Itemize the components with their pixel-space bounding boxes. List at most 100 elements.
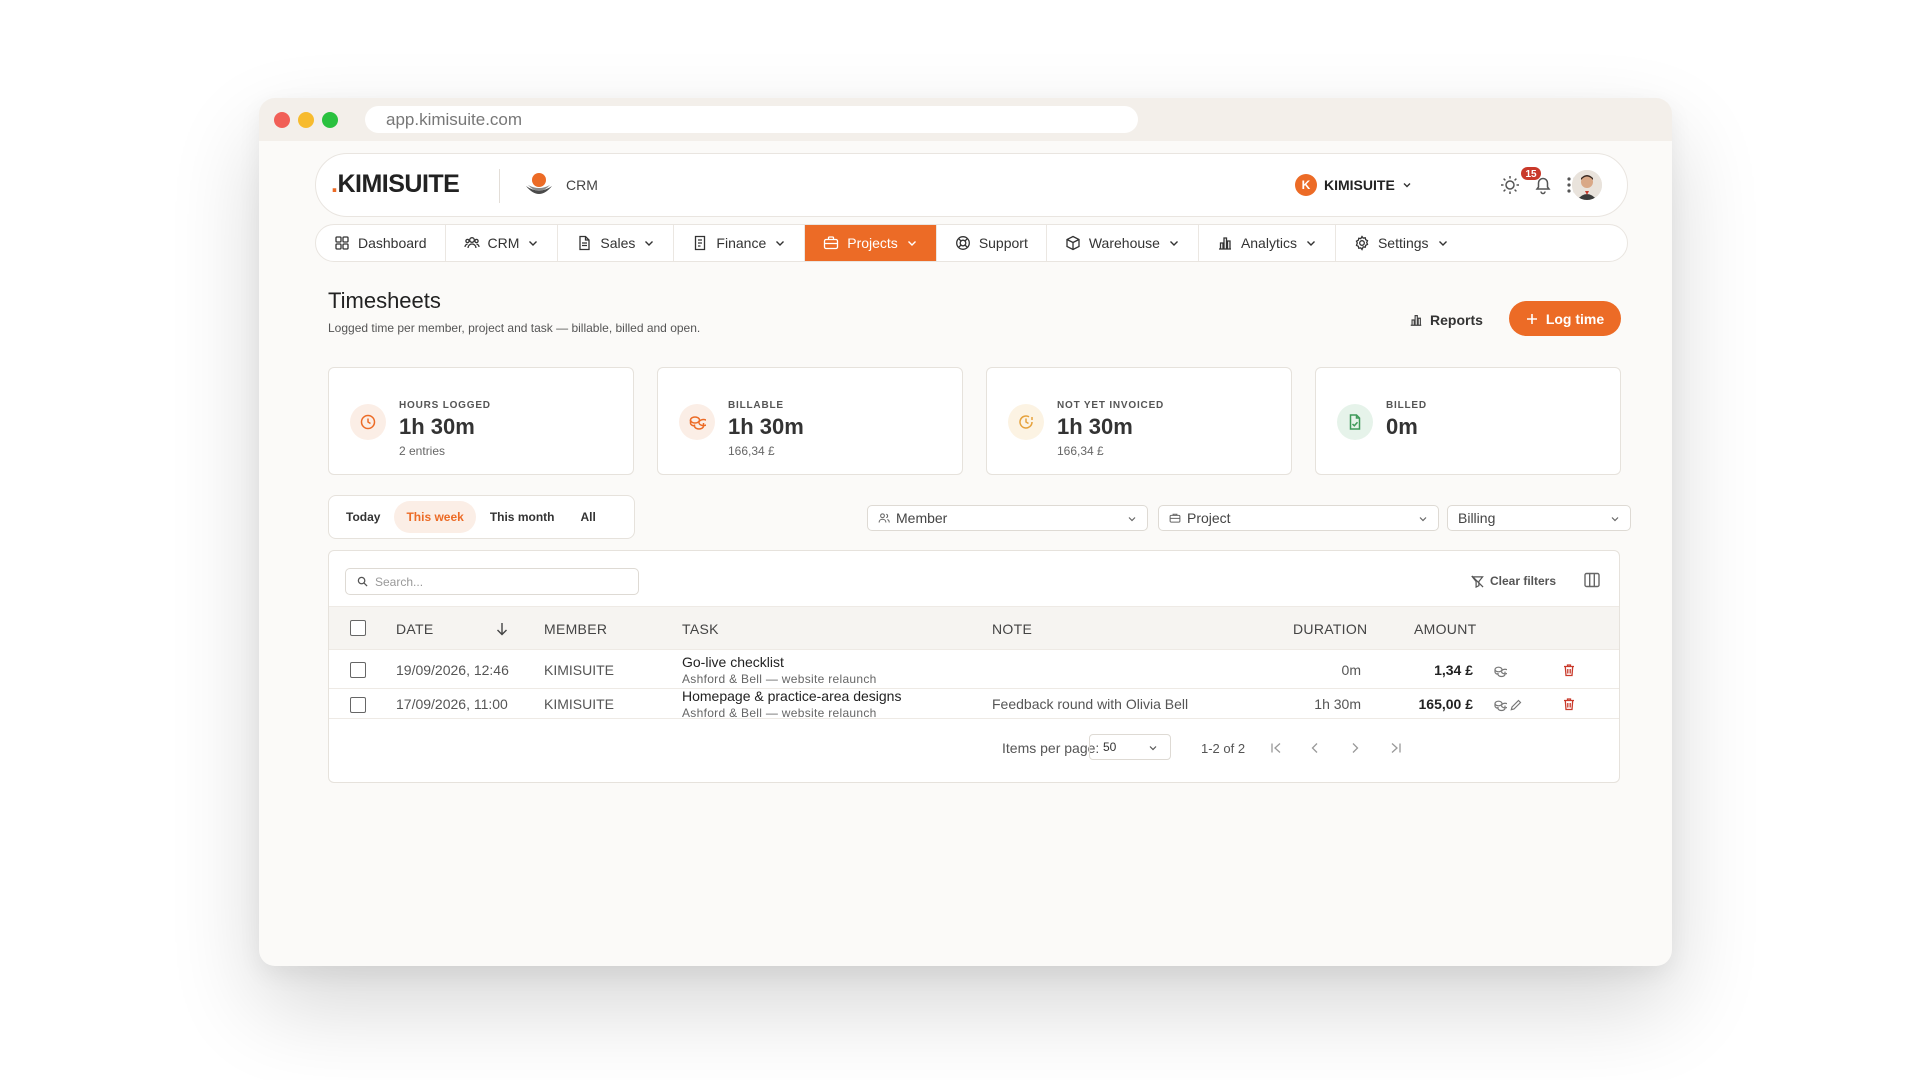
chevron-down-icon (529, 241, 538, 246)
users-icon (463, 237, 480, 249)
coins-icon[interactable] (1493, 664, 1507, 678)
row-checkbox[interactable] (350, 697, 366, 713)
maximize-window-button[interactable] (322, 112, 338, 128)
next-page-icon[interactable] (1348, 741, 1362, 755)
row-task: Homepage & practice-area designs (682, 688, 902, 704)
document-icon (579, 235, 591, 251)
nav-analytics[interactable]: Analytics (1199, 225, 1336, 261)
clock-icon (350, 404, 386, 440)
last-page-icon[interactable] (1389, 741, 1403, 755)
first-page-icon[interactable] (1269, 741, 1283, 755)
log-time-button[interactable]: Log time (1509, 301, 1621, 336)
stat-label: BILLED (1386, 400, 1427, 411)
file-check-icon (1337, 404, 1373, 440)
table-row[interactable]: 19/09/2026, 12:46 KIMISUITE Go-live chec… (329, 651, 1619, 689)
kimisuite-logo[interactable]: .KIMISUITE (331, 170, 460, 199)
trash-icon[interactable] (1562, 663, 1576, 677)
plus-icon (1526, 313, 1537, 324)
period-this-month[interactable]: This month (478, 501, 567, 533)
period-this-week[interactable]: This week (394, 501, 476, 533)
stat-card-billed: BILLED 0m (1315, 367, 1621, 475)
stat-sub: 166,34 £ (728, 444, 775, 458)
clear-filters-button[interactable]: Clear filters (1471, 571, 1556, 591)
nav-dashboard[interactable]: Dashboard (316, 225, 446, 261)
period-filter: Today This week This month All (328, 495, 635, 539)
sun-icon[interactable] (1499, 174, 1521, 196)
chevron-down-icon (907, 241, 916, 246)
dashboard-icon (335, 236, 349, 250)
sort-descending-icon[interactable] (495, 622, 509, 636)
stat-sub: 166,34 £ (1057, 444, 1104, 458)
stat-label: BILLABLE (728, 400, 784, 411)
row-duration: 1h 30m (1314, 696, 1361, 712)
chevron-down-icon (1306, 241, 1315, 246)
column-member[interactable]: MEMBER (544, 621, 607, 637)
browser-titlebar: app.kimisuite.com (259, 98, 1672, 141)
table-divider (329, 718, 1619, 719)
header-divider (499, 169, 500, 203)
page-subtitle: Logged time per member, project and task… (328, 321, 701, 335)
reports-button[interactable]: Reports (1409, 306, 1483, 334)
row-checkbox[interactable] (350, 662, 366, 678)
company-avatar: K (1295, 174, 1317, 196)
filter-off-icon (1471, 575, 1484, 588)
previous-page-icon[interactable] (1308, 741, 1322, 755)
crm-module-icon[interactable] (522, 169, 556, 203)
search-icon (357, 576, 368, 587)
row-member: KIMISUITE (544, 662, 615, 678)
briefcase-icon (1169, 513, 1181, 523)
nav-crm[interactable]: CRM (446, 225, 559, 261)
url-bar[interactable]: app.kimisuite.com (365, 106, 1138, 133)
project-select[interactable]: Project (1158, 505, 1439, 531)
member-select[interactable]: Member (867, 505, 1148, 531)
nav-projects[interactable]: Projects (805, 225, 937, 261)
bar-chart-icon (1410, 315, 1422, 326)
nav-warehouse[interactable]: Warehouse (1047, 225, 1199, 261)
table-row[interactable]: 17/09/2026, 11:00 KIMISUITE Homepage & p… (329, 688, 1619, 720)
chevron-down-icon (1128, 517, 1136, 522)
page-title: Timesheets (328, 288, 441, 313)
invoice-icon (695, 235, 706, 251)
column-note[interactable]: NOTE (992, 621, 1032, 637)
nav-support[interactable]: Support (937, 225, 1047, 261)
stat-card-hours-logged: HOURS LOGGED 1h 30m 2 entries (328, 367, 634, 475)
user-avatar[interactable] (1572, 170, 1602, 200)
chevron-down-icon (1403, 183, 1411, 188)
close-window-button[interactable] (274, 112, 290, 128)
row-duration: 0m (1341, 662, 1361, 678)
stat-value: 0m (1386, 414, 1418, 439)
module-label: CRM (566, 177, 598, 193)
row-amount: 1,34 £ (1434, 662, 1473, 678)
main-navigation: Dashboard CRM Sales Finance Projects Sup… (315, 224, 1628, 262)
billing-select[interactable]: Billing (1447, 505, 1631, 531)
column-task[interactable]: TASK (682, 621, 719, 637)
company-switcher[interactable]: K KIMISUITE (1295, 174, 1412, 196)
items-per-page-select[interactable]: 50 (1089, 734, 1171, 760)
app-header: .KIMISUITE CRM K KIMISUITE 15 (315, 153, 1628, 217)
minimize-window-button[interactable] (298, 112, 314, 128)
pencil-icon[interactable] (1509, 698, 1523, 712)
clock-alert-icon (1008, 404, 1044, 440)
chevron-down-icon (776, 241, 785, 246)
chevron-down-icon (1419, 517, 1427, 522)
items-per-page-label: Items per page: (1002, 740, 1100, 756)
nav-settings[interactable]: Settings (1336, 225, 1467, 261)
nav-sales[interactable]: Sales (558, 225, 675, 261)
coins-icon[interactable] (1493, 698, 1507, 712)
trash-icon[interactable] (1562, 697, 1576, 711)
stat-card-billable: BILLABLE 1h 30m 166,34 £ (657, 367, 963, 475)
chevron-down-icon (1149, 746, 1157, 751)
columns-icon[interactable] (1583, 571, 1601, 589)
column-duration[interactable]: DURATION (1293, 621, 1367, 637)
period-all[interactable]: All (568, 501, 607, 533)
row-date: 19/09/2026, 12:46 (396, 662, 509, 678)
select-all-checkbox[interactable] (350, 620, 366, 636)
column-date[interactable]: DATE (396, 621, 434, 637)
row-note: Feedback round with Olivia Bell (992, 696, 1189, 712)
period-today[interactable]: Today (334, 501, 392, 533)
row-date: 17/09/2026, 11:00 (396, 696, 508, 712)
column-amount[interactable]: AMOUNT (1414, 621, 1476, 637)
nav-finance[interactable]: Finance (674, 225, 806, 261)
search-input[interactable]: Search... (345, 568, 639, 595)
gear-icon (1355, 235, 1369, 251)
